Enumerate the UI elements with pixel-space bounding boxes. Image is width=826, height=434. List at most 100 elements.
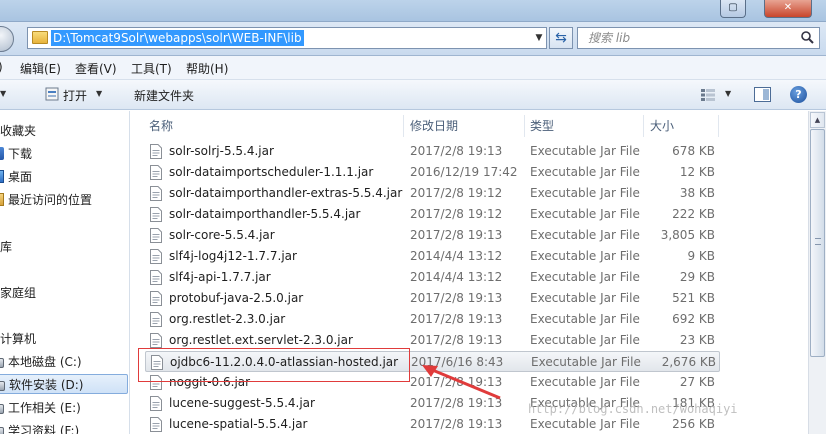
maximize-button[interactable]: ▢ (720, 0, 746, 18)
nav-drive-d[interactable]: 软件安装 (D:) (0, 374, 128, 394)
jar-file-icon (150, 144, 162, 159)
file-modified-date: 2017/2/8 19:13 (410, 333, 503, 347)
table-row[interactable]: solr-core-5.5.4.jar 2017/2/8 19:13 Executa… (145, 225, 720, 246)
nav-libraries-label: 库 (0, 240, 13, 254)
jar-file-icon (150, 291, 162, 306)
column-header-type[interactable]: 类型 (530, 115, 554, 137)
file-modified-date: 2017/2/8 19:13 (410, 312, 503, 326)
file-name[interactable]: protobuf-java-2.5.0.jar (169, 288, 303, 309)
address-bar[interactable]: D:\Tomcat9Solr\webapps\solr\WEB-INF\lib (27, 27, 547, 49)
file-modified-date: 2017/2/8 19:13 (410, 144, 503, 158)
address-history-dropdown[interactable]: ▼ (531, 28, 547, 48)
column-header-name[interactable]: 名称 (149, 115, 173, 137)
column-header-date[interactable]: 修改日期 (410, 115, 458, 137)
table-row[interactable]: solr-dataimporthandler-extras-5.5.4.jar 2… (145, 183, 720, 204)
recent-places-icon (0, 193, 4, 206)
menu-view[interactable]: 查看(V) (75, 60, 117, 77)
nav-drive-c-label: 本地磁盘 (C:) (8, 355, 82, 369)
close-button[interactable]: ✕ (764, 0, 812, 18)
file-name[interactable]: solr-solrj-5.5.4.jar (169, 141, 274, 162)
file-name[interactable]: lucene-spatial-5.5.4.jar (169, 414, 308, 434)
column-divider[interactable] (524, 115, 525, 137)
folder-icon (32, 31, 48, 44)
table-row[interactable]: solr-dataimporthandler-5.5.4.jar 2017/2/8… (145, 204, 720, 225)
column-divider[interactable] (718, 115, 719, 137)
file-name[interactable]: slf4j-api-1.7.7.jar (169, 267, 271, 288)
scroll-up-button[interactable]: ▲ (810, 112, 825, 128)
file-size: 692 KB (672, 312, 715, 326)
nav-recent-label: 最近访问的位置 (8, 193, 93, 207)
file-size: 23 KB (679, 333, 715, 347)
scroll-thumb[interactable] (810, 129, 825, 357)
file-size: 27 KB (679, 375, 715, 389)
table-row[interactable]: protobuf-java-2.5.0.jar 2017/2/8 19:13 Exe… (145, 288, 720, 309)
address-path[interactable]: D:\Tomcat9Solr\webapps\solr\WEB-INF\lib (51, 30, 304, 46)
organize-dropdown-arrow[interactable]: ▼ (0, 89, 6, 98)
nav-computer[interactable]: 计算机 (0, 329, 36, 349)
jar-file-icon (150, 270, 162, 285)
file-name[interactable]: lucene-suggest-5.5.4.jar (169, 393, 315, 414)
column-header-size[interactable]: 大小 (650, 115, 674, 137)
annotation-arrow (422, 365, 501, 400)
search-box[interactable] (577, 27, 820, 49)
search-input[interactable] (588, 30, 788, 46)
file-modified-date: 2016/12/19 17:42 (410, 165, 518, 179)
file-type: Executable Jar File (530, 270, 640, 284)
preview-pane-icon[interactable] (754, 87, 771, 102)
table-row[interactable]: solr-dataimportscheduler-1.1.1.jar 2016/1… (145, 162, 720, 183)
refresh-button[interactable]: ⇆ (549, 27, 573, 49)
view-dropdown-arrow[interactable]: ▼ (725, 89, 731, 98)
menu-edit[interactable]: 编辑(E) (20, 60, 61, 77)
window-title-bar: ▢ ✕ (0, 0, 826, 22)
open-icon[interactable] (44, 86, 60, 102)
file-size: 38 KB (679, 186, 715, 200)
download-icon (0, 147, 4, 160)
file-type: Executable Jar File (530, 312, 640, 326)
nav-drive-c[interactable]: 本地磁盘 (C:) (0, 352, 126, 372)
nav-favorites[interactable]: 收藏夹 (0, 121, 36, 141)
file-type: Executable Jar File (530, 291, 640, 305)
address-bar-region: D:\Tomcat9Solr\webapps\solr\WEB-INF\lib … (0, 22, 826, 56)
menu-tools[interactable]: 工具(T) (131, 60, 172, 77)
nav-homegroup[interactable]: 家庭组 (0, 283, 36, 303)
nav-favorites-label: 收藏夹 (0, 124, 37, 138)
open-dropdown-arrow[interactable]: ▼ (96, 89, 102, 98)
scroll-grip (815, 238, 821, 245)
nav-libraries[interactable]: 库 (0, 237, 12, 257)
column-divider[interactable] (643, 115, 644, 137)
menu-file-fragment[interactable]: ) (0, 60, 3, 74)
file-name[interactable]: solr-dataimportscheduler-1.1.1.jar (169, 162, 373, 183)
file-name[interactable]: solr-core-5.5.4.jar (169, 225, 275, 246)
table-row[interactable]: slf4j-api-1.7.7.jar 2014/4/4 13:12 Executa… (145, 267, 720, 288)
drive-icon (0, 381, 5, 391)
nav-homegroup-label: 家庭组 (0, 286, 37, 300)
menu-help[interactable]: 帮助(H) (186, 60, 228, 77)
help-icon[interactable]: ? (790, 86, 807, 103)
nav-download-label: 下载 (8, 147, 33, 161)
table-row[interactable]: slf4j-log4j12-1.7.7.jar 2014/4/4 13:12 Exe… (145, 246, 720, 267)
search-icon[interactable] (799, 30, 815, 46)
file-name[interactable]: solr-dataimporthandler-extras-5.5.4.jar (169, 183, 402, 204)
column-divider[interactable] (403, 115, 404, 137)
file-name[interactable]: slf4j-log4j12-1.7.7.jar (169, 246, 297, 267)
nav-drive-f[interactable]: 学习资料 (F:) (0, 421, 126, 434)
file-size: 256 KB (672, 417, 715, 431)
view-options-icon[interactable] (700, 88, 716, 102)
file-name[interactable]: solr-dataimporthandler-5.5.4.jar (169, 204, 360, 225)
file-name[interactable]: org.restlet-2.3.0.jar (169, 309, 285, 330)
nav-drive-e[interactable]: 工作相关 (E:) (0, 398, 126, 418)
file-type: Executable Jar File (530, 228, 640, 242)
new-folder-button[interactable]: 新建文件夹 (134, 87, 194, 104)
file-size: 3,805 KB (660, 228, 715, 242)
table-row[interactable]: org.restlet-2.3.0.jar 2017/2/8 19:13 Execu… (145, 309, 720, 330)
file-type: Executable Jar File (530, 375, 640, 389)
vertical-scrollbar[interactable]: ▲ (808, 111, 826, 434)
open-button[interactable]: 打开 (63, 87, 87, 104)
file-type: Executable Jar File (530, 186, 640, 200)
table-row[interactable]: solr-solrj-5.5.4.jar 2017/2/8 19:13 Execut… (145, 141, 720, 162)
table-row[interactable]: lucene-spatial-5.5.4.jar 2017/2/8 19:13 Ex… (145, 414, 720, 434)
nav-desktop-label: 桌面 (8, 170, 33, 184)
forward-button[interactable] (0, 26, 14, 52)
file-type: Executable Jar File (530, 249, 640, 263)
menu-bar: ) 编辑(E) 查看(V) 工具(T) 帮助(H) (0, 56, 826, 80)
